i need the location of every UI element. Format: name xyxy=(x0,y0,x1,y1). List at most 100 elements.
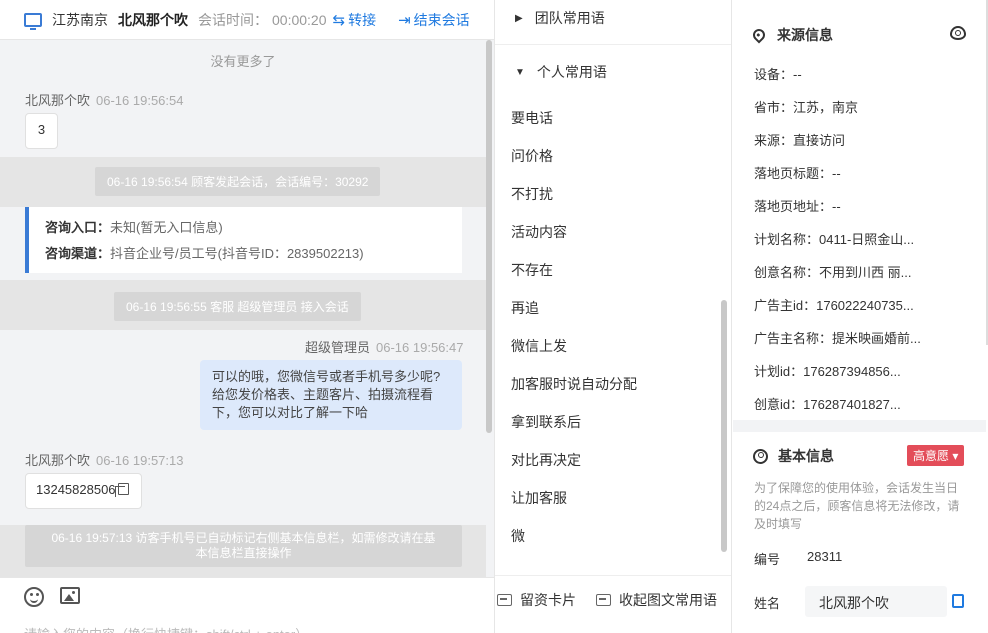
image-icon[interactable] xyxy=(60,587,80,604)
message-line: 给您发价格表、主题客片、拍摄流程看 xyxy=(212,387,434,402)
phrase-item[interactable]: 再追 xyxy=(511,298,539,318)
name-field[interactable]: 北风那个吹 xyxy=(805,586,947,617)
consult-entry: 咨询入口：未知(暂无入口信息) xyxy=(45,215,446,241)
phrase-item[interactable]: 对比再决定 xyxy=(511,450,581,470)
leave-card-label: 留资卡片 xyxy=(520,592,576,608)
message-bubble: 3 xyxy=(25,113,58,149)
phrase-item[interactable]: 要电话 xyxy=(511,108,553,128)
name-label: 姓名 xyxy=(754,596,781,611)
system-message: 06-16 19:56:54 顾客发起会话，会话编号：30292 xyxy=(95,167,381,196)
leave-card-button[interactable]: 留资卡片 xyxy=(497,590,576,610)
source-row: 来源：直接访问 xyxy=(754,133,846,148)
message-sender: 北风那个吹 06-16 19:57:13 xyxy=(25,450,183,469)
consult-channel: 咨询渠道：抖音企业号/员工号(抖音号ID：2839502213) xyxy=(45,241,446,267)
user-icon xyxy=(753,448,768,464)
source-row: 落地页标题：-- xyxy=(754,166,841,181)
message-time: 06-16 19:56:54 xyxy=(96,93,184,108)
team-phrases-group[interactable]: ▶ 团队常用语 xyxy=(495,8,731,28)
collapse-label: 收起图文常用语 xyxy=(619,592,717,608)
card-icon xyxy=(596,594,611,606)
source-row: 计划id：176287394856... xyxy=(754,364,901,379)
phrase-item[interactable]: 微 xyxy=(511,526,525,546)
caret-down-icon: ▼ xyxy=(515,66,525,78)
phrase-item[interactable]: 活动内容 xyxy=(511,222,567,242)
end-session-label: 结束会话 xyxy=(413,11,470,28)
card-icon xyxy=(497,594,512,606)
eye-icon[interactable] xyxy=(950,26,966,40)
session-time-value: 00:00:20 xyxy=(272,11,327,28)
source-row: 广告主id：176022240735... xyxy=(754,298,914,313)
phrase-item[interactable]: 问价格 xyxy=(511,146,553,166)
message-time: 06-16 19:57:13 xyxy=(96,453,184,468)
end-session-button[interactable]: ⇥ 结束会话 xyxy=(398,10,470,30)
intent-label: 高意愿 xyxy=(913,449,950,463)
source-row: 落地页地址：-- xyxy=(754,199,841,214)
system-message: 06-16 19:57:13 访客手机号已自动标记右侧基本信息栏，如需修改请在基… xyxy=(25,525,462,567)
message-bubble-agent: 可以的哦，您微信号或者手机号多少呢? 给您发价格表、主题客片、拍摄流程看 下，您… xyxy=(200,360,462,430)
id-label: 编号 xyxy=(754,552,781,567)
section-title: 来源信息 xyxy=(777,27,833,43)
source-row: 省市：江苏，南京 xyxy=(754,100,859,115)
phrase-item[interactable]: 不存在 xyxy=(511,260,553,280)
basic-info-title: 基本信息 xyxy=(753,446,834,466)
caret-down-icon: ▾ xyxy=(952,449,959,463)
edit-icon[interactable] xyxy=(952,594,964,608)
phrase-item[interactable]: 让加客服 xyxy=(511,488,567,508)
message-list: 没有更多了 北风那个吹 06-16 19:56:54 3 06-16 19:56:… xyxy=(0,40,494,577)
phone-number: 13245828506 xyxy=(36,482,116,497)
section-title: 基本信息 xyxy=(778,448,834,464)
id-value: 28311 xyxy=(807,549,843,564)
consult-channel-label: 咨询渠道： xyxy=(45,246,111,261)
transfer-button[interactable]: ⇆ 转接 xyxy=(333,10,377,30)
message-sender: 超级管理员 06-16 19:56:47 xyxy=(305,337,463,356)
system-line: 本信息栏直接操作 xyxy=(195,546,292,560)
source-row: 设备：-- xyxy=(754,67,802,82)
message-line: 下，您可以对比了解一下哈 xyxy=(212,405,369,420)
chat-panel: 江苏南京 北风那个吹 会话时间： 00:00:20 ⇆ 转接 ⇥ 结束会话 没有更多… xyxy=(0,0,494,633)
transfer-label: 转接 xyxy=(348,11,377,28)
consult-entry-label: 咨询入口： xyxy=(45,220,111,235)
emoji-icon[interactable] xyxy=(24,587,44,607)
group-label: 团队常用语 xyxy=(534,10,605,26)
visitor-name: 北风那个吹 xyxy=(118,11,188,28)
intent-badge[interactable]: 高意愿 ▾ xyxy=(907,445,965,466)
phrase-item[interactable]: 拿到联系后 xyxy=(511,412,581,432)
consult-info-card: 咨询入口：未知(暂无入口信息) 咨询渠道：抖音企业号/员工号(抖音号ID：283… xyxy=(25,207,462,273)
message-sender: 北风那个吹 06-16 19:56:54 xyxy=(25,90,183,109)
collapse-phrases-button[interactable]: 收起图文常用语 xyxy=(596,590,717,610)
sender-name: 北风那个吹 xyxy=(25,453,91,468)
chat-header: 江苏南京 北风那个吹 会话时间： 00:00:20 ⇆ 转接 ⇥ 结束会话 xyxy=(0,0,494,40)
consult-channel-value: 抖音企业号/员工号(抖音号ID：2839502213) xyxy=(110,246,364,261)
location-pin-icon xyxy=(750,26,768,44)
group-label: 个人常用语 xyxy=(536,64,607,80)
personal-phrases-group[interactable]: ▼ 个人常用语 xyxy=(495,62,731,82)
no-more-hint: 没有更多了 xyxy=(210,54,276,69)
exit-icon: ⇥ xyxy=(398,11,411,29)
system-line: 06-16 19:57:13 访客手机号已自动标记右侧基本信息栏，如需修改请在基 xyxy=(51,531,436,545)
message-line: 可以的哦，您微信号或者手机号多少呢? xyxy=(212,369,441,384)
source-row: 计划名称：0411-日照金山... xyxy=(754,232,915,247)
edit-note: 为了保障您的使用体验，会话发生当日的24点之后，顾客信息将无法修改，请及时填写 xyxy=(754,481,960,531)
input-area: 请输入您的内容（换行快捷键：shift/ctrl + enter） xyxy=(0,577,494,633)
phrase-item[interactable]: 加客服时说自动分配 xyxy=(511,374,637,394)
source-row: 创意名称：不用到川西 丽... xyxy=(754,265,912,280)
transfer-icon: ⇆ xyxy=(332,11,346,29)
copy-icon[interactable] xyxy=(114,483,129,497)
system-message: 06-16 19:56:55 客服 超级管理员 接入会话 xyxy=(114,292,361,321)
visitor-location: 江苏南京 xyxy=(52,11,108,28)
phrase-item[interactable]: 不打扰 xyxy=(511,184,553,204)
phrases-panel: ▶ 团队常用语 ▼ 个人常用语 要电话 问价格 不打扰 活动内容 不存在 再追 微信… xyxy=(494,0,732,633)
caret-right-icon: ▶ xyxy=(515,12,523,24)
message-bubble: 13245828506 xyxy=(25,473,142,509)
customer-info-panel: 来源信息 设备：-- 省市：江苏，南京 来源：直接访问 落地页标题：-- 落地页… xyxy=(733,0,988,633)
phrase-item[interactable]: 微信上发 xyxy=(511,336,567,356)
sender-name: 超级管理员 xyxy=(305,340,371,355)
sender-name: 北风那个吹 xyxy=(25,93,91,108)
phrases-scrollbar[interactable] xyxy=(721,300,727,552)
chat-scrollbar[interactable] xyxy=(486,40,492,433)
source-row: 广告主名称：提米映画婚前... xyxy=(754,331,921,346)
message-time: 06-16 19:56:47 xyxy=(376,340,464,355)
message-input[interactable]: 请输入您的内容（换行快捷键：shift/ctrl + enter） xyxy=(24,624,308,633)
consult-entry-value: 未知(暂无入口信息) xyxy=(110,220,223,235)
monitor-icon xyxy=(24,12,42,30)
